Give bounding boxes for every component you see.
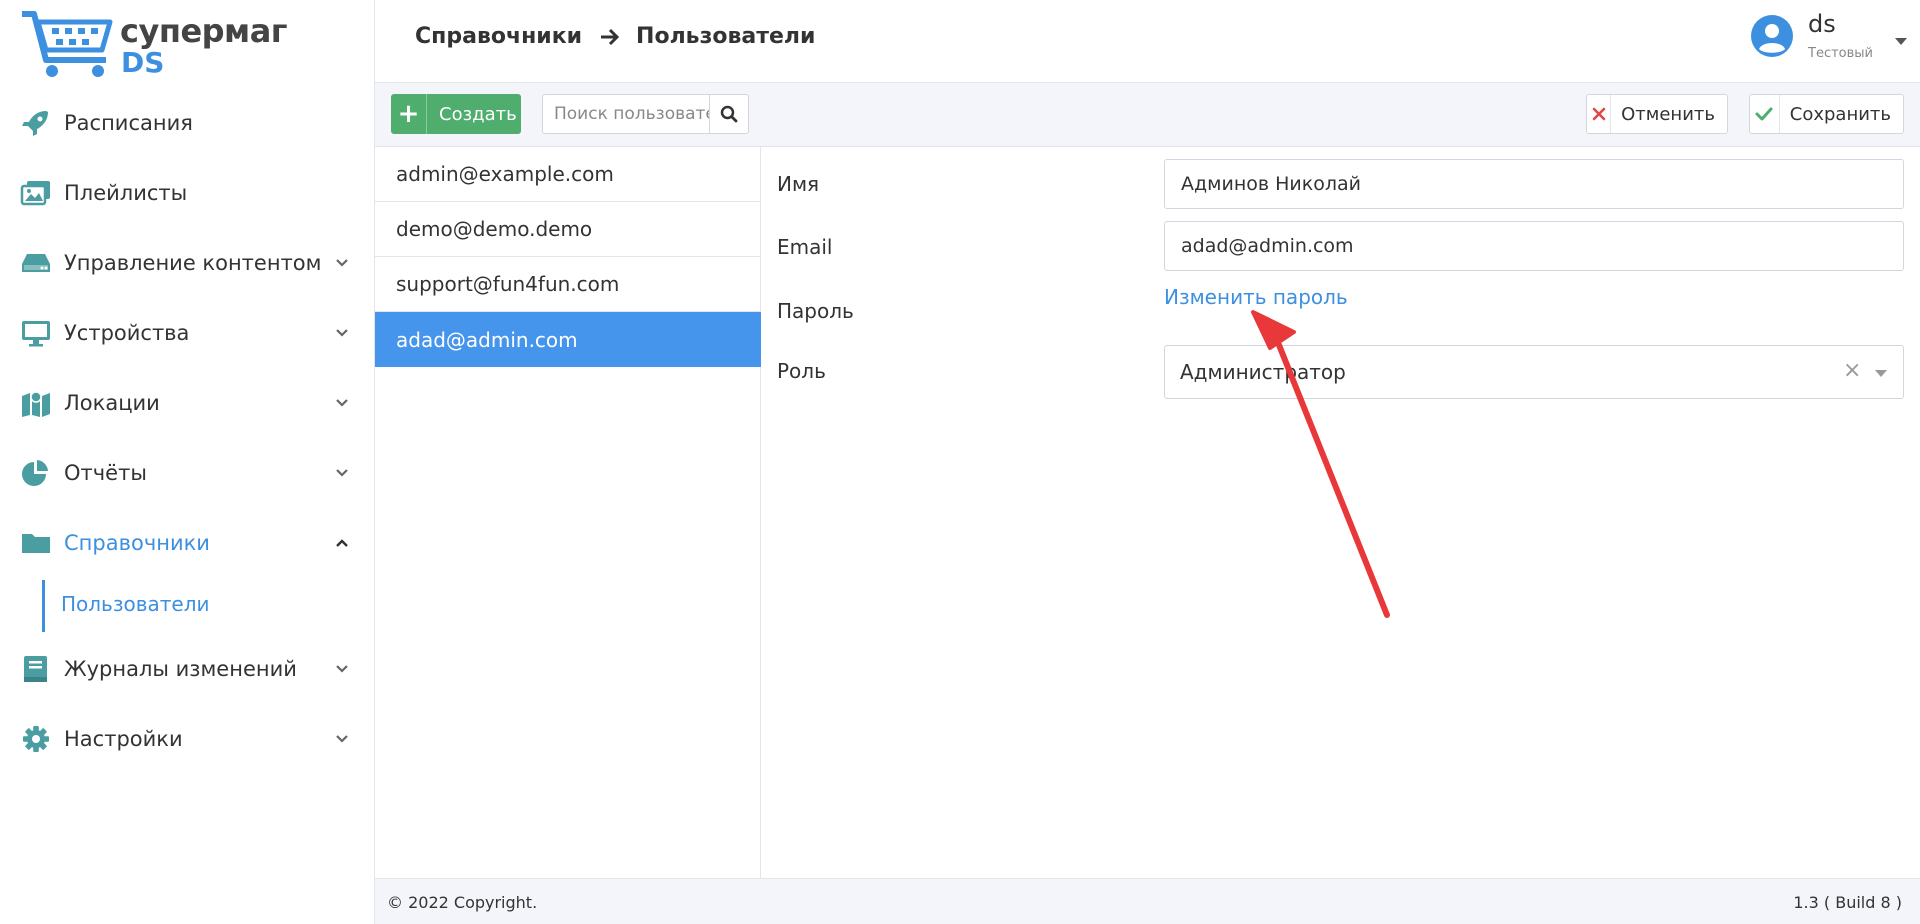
user-name: ds (1808, 10, 1836, 38)
sidebar-item-content[interactable]: Управление контентом (0, 228, 375, 298)
sidebar-item-label: Локации (64, 391, 160, 415)
sidebar-item-changelogs[interactable]: Журналы изменений (0, 634, 375, 704)
list-toolbar: + Создать (375, 83, 761, 147)
sidebar-item-devices[interactable]: Устройства (0, 298, 375, 368)
sidebar-item-reports[interactable]: Отчёты (0, 438, 375, 508)
users-list: admin@example.com demo@demo.demo support… (375, 147, 761, 367)
sidebar-item-label: Плейлисты (64, 181, 188, 205)
sidebar-subitem-users[interactable]: Пользователи (61, 592, 210, 616)
desktop-icon (22, 321, 50, 347)
breadcrumb-current: Пользователи (636, 24, 816, 49)
submenu-users: Пользователи (0, 578, 375, 634)
topbar: Справочники Пользователи ds Тестовый (375, 0, 1920, 83)
chevron-down-icon (336, 399, 348, 407)
sidebar: супермаг DS Расписания Плейлисты Управле… (0, 0, 375, 924)
brand-name: супермаг (120, 12, 288, 50)
change-password-link[interactable]: Изменить пароль (1164, 285, 1348, 309)
user-menu[interactable]: ds Тестовый (1750, 10, 1920, 72)
sidebar-item-locations[interactable]: Локации (0, 368, 375, 438)
cancel-button-label: Отменить (1621, 103, 1715, 125)
name-label: Имя (777, 172, 820, 196)
role-label: Роль (777, 359, 826, 383)
password-row: Пароль Изменить пароль (761, 285, 1920, 325)
search-input[interactable] (543, 95, 709, 133)
pie-chart-icon (22, 460, 48, 486)
breadcrumb-item[interactable]: Справочники (415, 24, 582, 49)
caret-down-icon (1875, 370, 1887, 377)
logo[interactable]: супермаг DS (20, 8, 288, 82)
sidebar-item-directories[interactable]: Справочники (0, 508, 375, 578)
search-box (542, 94, 749, 134)
chevron-down-icon (336, 259, 348, 267)
plus-icon: + (391, 94, 427, 134)
user-detail-panel: Отменить Сохранить Имя Email Пароль Изме… (761, 83, 1920, 878)
name-field[interactable] (1164, 159, 1904, 209)
user-role: Тестовый (1808, 46, 1873, 61)
role-select[interactable]: Администратор × (1164, 345, 1904, 399)
detail-toolbar: Отменить Сохранить (761, 83, 1920, 147)
role-row: Роль Администратор × (761, 345, 1920, 399)
caret-down-icon (1895, 38, 1907, 45)
sidebar-item-settings[interactable]: Настройки (0, 704, 375, 774)
sidebar-menu: Расписания Плейлисты Управление контенто… (0, 88, 375, 774)
gear-icon (23, 726, 49, 752)
chevron-down-icon (336, 735, 348, 743)
email-field[interactable] (1164, 221, 1904, 271)
name-row: Имя (761, 159, 1920, 209)
close-icon (1587, 95, 1612, 133)
password-label: Пароль (777, 299, 854, 323)
hdd-icon (22, 254, 50, 272)
book-icon (24, 656, 47, 682)
sidebar-item-label: Настройки (64, 727, 183, 751)
brand-sub: DS (121, 46, 165, 79)
check-icon (1750, 95, 1780, 133)
list-item[interactable]: support@fun4fun.com (375, 257, 761, 312)
users-list-panel: + Создать admin@example.com demo@demo.de… (375, 83, 761, 878)
footer: © 2022 Copyright. 1.3 ( Build 8 ) (375, 878, 1920, 924)
role-select-value: Администратор (1180, 360, 1346, 384)
breadcrumb: Справочники Пользователи (415, 24, 815, 49)
chevron-down-icon (336, 665, 348, 673)
submenu-active-bar (42, 580, 45, 632)
search-button[interactable] (709, 95, 748, 133)
sidebar-item-playlists[interactable]: Плейлисты (0, 158, 375, 228)
avatar (1751, 15, 1793, 57)
sidebar-item-label: Управление контентом (64, 251, 322, 275)
email-label: Email (777, 235, 833, 259)
copyright: © 2022 Copyright. (387, 893, 538, 912)
cart-logo-icon (22, 11, 113, 77)
save-button[interactable]: Сохранить (1749, 94, 1904, 134)
sidebar-item-label: Расписания (64, 111, 193, 135)
map-icon (22, 391, 50, 417)
list-item[interactable]: admin@example.com (375, 147, 761, 202)
sidebar-item-label: Справочники (64, 531, 210, 555)
clear-icon[interactable]: × (1843, 358, 1861, 383)
chevron-up-icon (336, 539, 348, 547)
create-button[interactable]: + Создать (391, 94, 521, 134)
folder-icon (22, 534, 50, 553)
sidebar-item-label: Устройства (64, 321, 190, 345)
create-button-label: Создать (439, 103, 517, 125)
email-row: Email (761, 221, 1920, 271)
arrow-right-icon (601, 28, 620, 45)
list-item-selected[interactable]: adad@admin.com (375, 312, 761, 367)
sidebar-item-label: Журналы изменений (64, 657, 297, 681)
rocket-icon (22, 111, 48, 136)
cancel-button[interactable]: Отменить (1586, 94, 1728, 134)
sidebar-item-schedules[interactable]: Расписания (0, 88, 375, 158)
list-item[interactable]: demo@demo.demo (375, 202, 761, 257)
save-button-label: Сохранить (1789, 103, 1891, 125)
search-icon (720, 105, 738, 123)
chevron-down-icon (336, 469, 348, 477)
sidebar-item-label: Отчёты (64, 461, 147, 485)
version: 1.3 ( Build 8 ) (1793, 893, 1902, 912)
chevron-down-icon (336, 329, 348, 337)
images-icon (20, 181, 50, 206)
